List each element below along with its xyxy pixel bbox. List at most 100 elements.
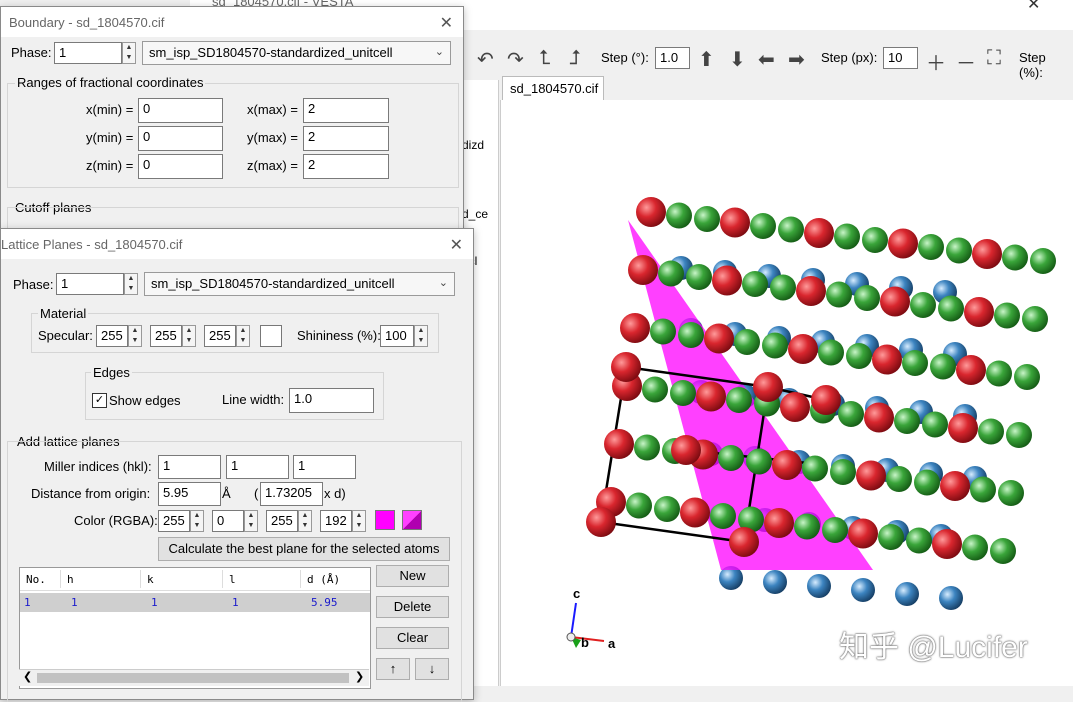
scroll-thumb[interactable] — [37, 673, 349, 683]
plane-color-alpha-swatch[interactable] — [402, 510, 422, 530]
rgba-r-input[interactable]: 255 — [158, 510, 190, 532]
atom[interactable] — [746, 448, 772, 475]
atom[interactable] — [878, 524, 904, 550]
rgba-b-input[interactable]: 255 — [266, 510, 298, 532]
atom[interactable] — [770, 274, 796, 301]
distance-ratio-input[interactable]: 1.73205 — [260, 482, 323, 506]
specular-b-input[interactable]: 255 — [204, 325, 236, 347]
miller-h-input[interactable]: 1 — [158, 455, 221, 479]
plane-color-swatch[interactable] — [375, 510, 395, 530]
shininess-input[interactable]: 100 — [380, 325, 414, 347]
specular-r-input[interactable]: 255 — [96, 325, 128, 347]
show-edges-checkbox[interactable]: ✓ — [92, 393, 107, 408]
lattice-phase-select[interactable]: sm_isp_SD1804570-standardized_unitcell ⌄ — [144, 272, 455, 296]
atom[interactable] — [704, 323, 734, 354]
atom[interactable] — [650, 318, 676, 345]
structure-viewport[interactable]: c b a 知乎 @Lucifer — [500, 100, 1073, 686]
atom[interactable] — [796, 276, 826, 306]
atom[interactable] — [846, 343, 872, 369]
atom[interactable] — [906, 527, 932, 554]
move-down-button[interactable]: ↓ — [415, 658, 449, 680]
atom[interactable] — [807, 574, 831, 598]
zmax-input[interactable]: 2 — [303, 154, 389, 179]
atom[interactable] — [972, 239, 1002, 269]
atom[interactable] — [990, 538, 1016, 564]
atom[interactable] — [818, 339, 844, 366]
rgba-g-spinner[interactable]: ▲ ▼ — [244, 510, 258, 532]
ymin-input[interactable]: 0 — [138, 126, 223, 151]
atom[interactable] — [826, 281, 852, 308]
clear-planes-button[interactable]: Clear — [376, 627, 449, 649]
atom[interactable] — [811, 385, 841, 415]
table-row[interactable]: 1 1 1 1 5.95 — [20, 593, 370, 612]
step-deg-input[interactable]: 1.0 — [655, 47, 690, 69]
atom[interactable] — [1002, 244, 1028, 271]
atom[interactable] — [930, 353, 956, 380]
specular-b-spinner[interactable]: ▲ ▼ — [236, 325, 250, 347]
lattice-phase-input[interactable]: 1 — [56, 273, 124, 295]
ymax-input[interactable]: 2 — [303, 126, 389, 151]
atom[interactable] — [910, 292, 936, 318]
rgba-a-spinner[interactable]: ▲ ▼ — [352, 510, 366, 532]
scroll-right-icon[interactable]: ❯ — [355, 670, 364, 683]
atom[interactable] — [856, 460, 886, 491]
atom[interactable] — [956, 355, 986, 385]
atom[interactable] — [712, 265, 742, 296]
atom[interactable] — [628, 255, 658, 285]
atom[interactable] — [922, 411, 948, 438]
atom[interactable] — [946, 237, 972, 264]
lattice-phase-spinner[interactable]: ▲ ▼ — [124, 273, 138, 295]
atom[interactable] — [654, 496, 680, 522]
fit-screen-icon[interactable]: ⛶ — [987, 47, 1001, 70]
atom[interactable] — [710, 503, 736, 529]
atom[interactable] — [962, 534, 988, 561]
rotate-up-right-icon[interactable]: ⮥ — [569, 47, 581, 70]
specular-g-spinner[interactable]: ▲ ▼ — [182, 325, 196, 347]
atom[interactable] — [642, 376, 668, 403]
rgba-r-spinner[interactable]: ▲ ▼ — [190, 510, 204, 532]
xmax-input[interactable]: 2 — [303, 98, 389, 123]
atom[interactable] — [666, 202, 692, 229]
lattice-close-icon[interactable]: ✕ — [450, 235, 463, 255]
atom[interactable] — [894, 408, 920, 434]
boundary-phase-select[interactable]: sm_isp_SD1804570-standardized_unitcell ⌄ — [142, 41, 451, 65]
atom[interactable] — [750, 213, 776, 239]
lattice-titlebar[interactable]: Lattice Planes - sd_1804570.cif ✕ — [1, 229, 473, 259]
atom[interactable] — [720, 207, 750, 238]
arrow-left-icon[interactable]: ⬅ — [758, 47, 775, 72]
atom[interactable] — [822, 517, 848, 543]
calc-best-plane-button[interactable]: Calculate the best plane for the selecte… — [158, 537, 450, 561]
atom[interactable] — [778, 216, 804, 243]
atom[interactable] — [886, 466, 912, 492]
atom[interactable] — [696, 381, 726, 412]
shininess-spinner[interactable]: ▲ ▼ — [414, 325, 428, 347]
specular-r-spinner[interactable]: ▲ ▼ — [128, 325, 142, 347]
arrow-down-icon[interactable]: ⬇ — [729, 47, 746, 72]
move-up-button[interactable]: ↑ — [376, 658, 410, 680]
xmin-input[interactable]: 0 — [138, 98, 223, 123]
arrow-right-icon[interactable]: ➡ — [788, 47, 805, 72]
boundary-titlebar[interactable]: Boundary - sd_1804570.cif ✕ — [1, 7, 463, 37]
atom[interactable] — [1030, 248, 1056, 274]
specular-g-input[interactable]: 255 — [150, 325, 182, 347]
rgba-g-input[interactable]: 0 — [212, 510, 244, 532]
rotate-left-icon[interactable]: ↶ — [477, 47, 494, 72]
atom[interactable] — [938, 295, 964, 322]
atom[interactable] — [932, 529, 962, 559]
atom[interactable] — [834, 223, 860, 250]
rgba-b-spinner[interactable]: ▲ ▼ — [298, 510, 312, 532]
boundary-phase-input[interactable]: 1 — [54, 42, 122, 64]
atom[interactable] — [838, 401, 864, 427]
atom[interactable] — [918, 234, 944, 260]
atom[interactable] — [694, 206, 720, 232]
atom[interactable] — [851, 578, 875, 602]
atom[interactable] — [658, 260, 684, 287]
arrow-up-icon[interactable]: ⬆ — [698, 47, 715, 72]
atom[interactable] — [862, 227, 888, 253]
plane-list-hscrollbar[interactable]: ❮ ❯ — [19, 669, 369, 686]
atom[interactable] — [753, 372, 783, 402]
atom[interactable] — [620, 313, 650, 343]
atom[interactable] — [888, 228, 918, 259]
zmin-input[interactable]: 0 — [138, 154, 223, 179]
rgba-a-input[interactable]: 192 — [320, 510, 352, 532]
